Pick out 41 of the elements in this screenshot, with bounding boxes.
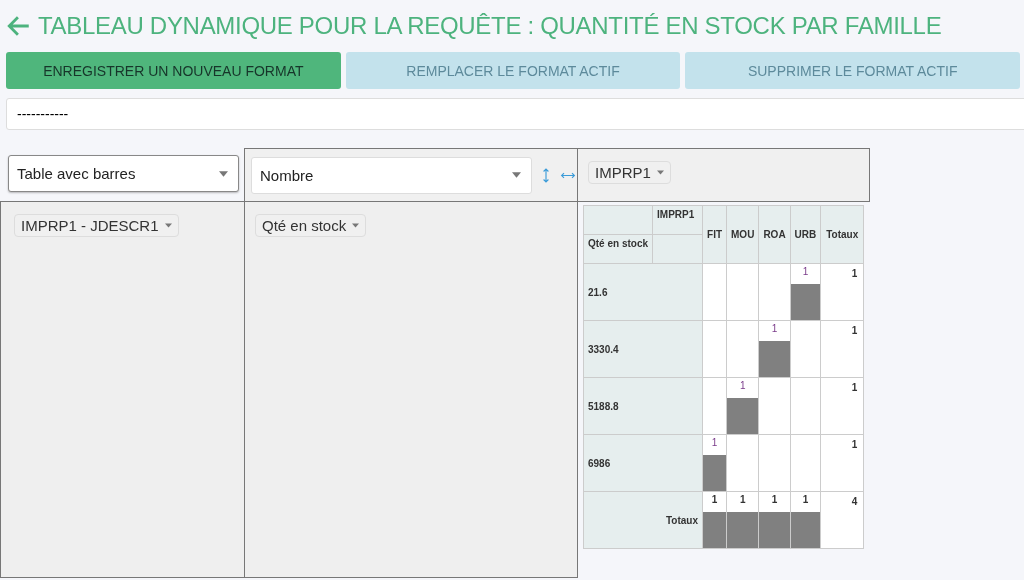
table-header bbox=[583, 205, 653, 235]
total-cell: 4 bbox=[851, 496, 858, 507]
table-cell-text: 1 bbox=[710, 493, 719, 507]
total-cell: 1 bbox=[851, 439, 858, 450]
row-header: 21.6 bbox=[583, 263, 703, 321]
table-cell-text: 1 bbox=[801, 493, 810, 507]
total-cell: 1 bbox=[851, 382, 858, 393]
column-header: MOU bbox=[726, 205, 759, 264]
caret-icon bbox=[219, 170, 228, 177]
unused-field[interactable]: IMPRP1 - JDESCR1 bbox=[14, 214, 179, 237]
total-cell: 1 bbox=[851, 268, 858, 279]
table-cell-text: 1 bbox=[738, 379, 747, 393]
row-header: Totaux bbox=[583, 491, 703, 549]
table-header: Qté en stock bbox=[583, 234, 653, 264]
renderer-select[interactable]: Table avec barres bbox=[8, 155, 239, 192]
column-header: Totaux bbox=[820, 205, 864, 264]
row-header: 5188.8 bbox=[583, 377, 703, 435]
table-cell-text: 1 bbox=[801, 265, 810, 279]
table-cell-text: 1 bbox=[710, 436, 719, 450]
row-header: 6986 bbox=[583, 434, 703, 492]
caret-icon bbox=[352, 223, 360, 228]
table-cell-text: 1 bbox=[738, 493, 747, 507]
format-button[interactable]: ENREGISTRER UN NOUVEAU FORMAT bbox=[6, 52, 341, 89]
caret-icon bbox=[164, 223, 172, 228]
row-order-icon[interactable] bbox=[542, 166, 550, 184]
col-order-icon[interactable] bbox=[560, 170, 576, 180]
total-cell: 1 bbox=[851, 325, 858, 336]
column-header: ROA bbox=[758, 205, 791, 264]
column-field[interactable]: IMPRP1 bbox=[588, 161, 671, 184]
row-header: 3330.4 bbox=[583, 320, 703, 378]
column-header: URB bbox=[790, 205, 821, 264]
page-title: TABLEAU DYNAMIQUE POUR LA REQUÊTE : QUANTITÉ EN STOCK PAR FAMILLE bbox=[38, 12, 942, 40]
format-field[interactable]: ----------- bbox=[6, 98, 1024, 130]
caret-icon bbox=[512, 172, 521, 178]
caret-icon bbox=[656, 170, 664, 175]
column-header: FIT bbox=[702, 205, 727, 264]
table-header: IMPRP1 bbox=[652, 205, 703, 235]
row-field[interactable]: Qté en stock bbox=[255, 214, 367, 237]
table-cell-text: 1 bbox=[770, 322, 779, 336]
aggregator-select[interactable]: Nombre bbox=[251, 156, 532, 194]
table-cell-text: 1 bbox=[770, 493, 779, 507]
